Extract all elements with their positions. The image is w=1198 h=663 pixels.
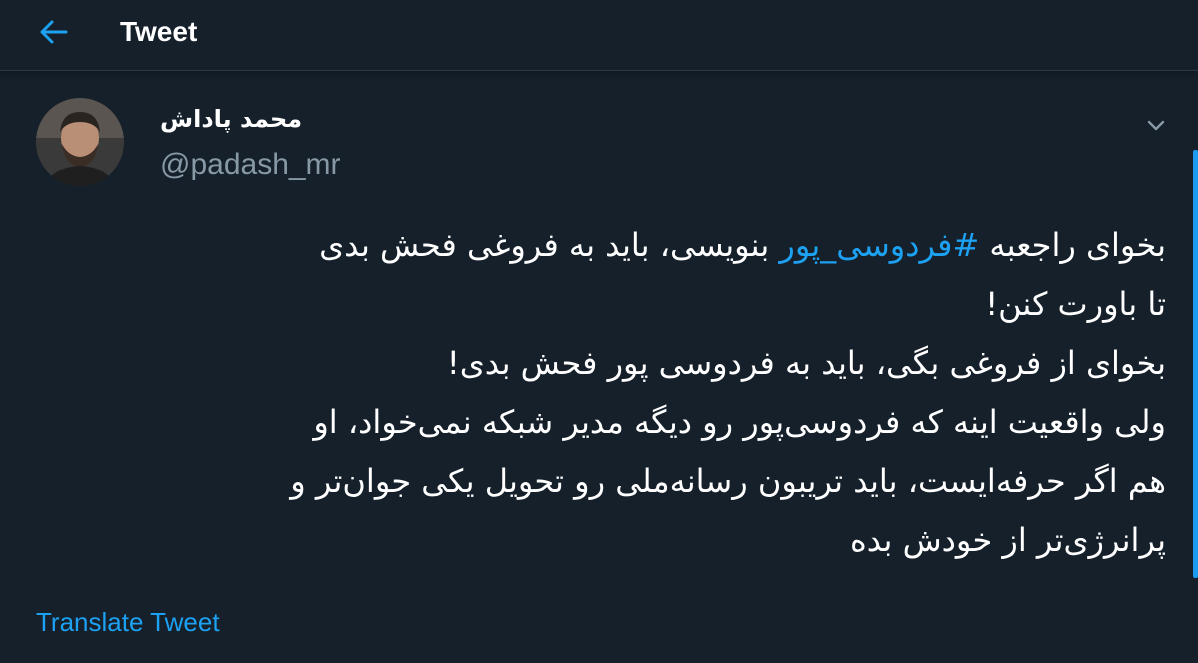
tweet-page: Tweet محمد پاداش @padash_mr بخوای راجعبه… [0, 0, 1198, 663]
scrollbar[interactable] [1193, 150, 1198, 578]
author-name[interactable]: محمد پاداش [160, 100, 302, 138]
translate-tweet-link[interactable]: Translate Tweet [36, 604, 220, 640]
tweet-line-2: تا باورت کنن! [985, 285, 1166, 323]
top-bar: Tweet [0, 0, 1198, 71]
tweet-line-4: ولی واقعیت اینه که فردوسی‌پور رو دیگه مد… [313, 403, 1166, 441]
tweet-text-segment: بنویسی، باید به فروغی فحش بدی [319, 226, 780, 264]
hashtag-link[interactable]: #فردوسی_پور [779, 226, 979, 264]
tweet-text-segment: بخوای راجعبه [979, 226, 1166, 264]
tweet-line-1: بخوای راجعبه #فردوسی_پور بنویسی، باید به… [30, 216, 1166, 275]
author-handle[interactable]: @padash_mr [160, 145, 341, 185]
chevron-down-icon [1146, 117, 1166, 136]
tweet-line-5: هم اگر حرفه‌ایست، باید تریبون رسانه‌ملی … [290, 462, 1166, 500]
arrow-left-icon [39, 19, 69, 49]
page-title: Tweet [120, 16, 198, 47]
tweet-line-3: بخوای از فروغی بگی، باید به فردوسی پور ف… [446, 344, 1166, 382]
back-button[interactable] [34, 14, 74, 54]
more-options-button[interactable] [1140, 110, 1172, 142]
tweet-line-6: پرانرژی‌تر از خودش بده [849, 521, 1166, 559]
avatar[interactable] [36, 98, 124, 186]
tweet-text: بخوای راجعبه #فردوسی_پور بنویسی، باید به… [30, 216, 1166, 570]
